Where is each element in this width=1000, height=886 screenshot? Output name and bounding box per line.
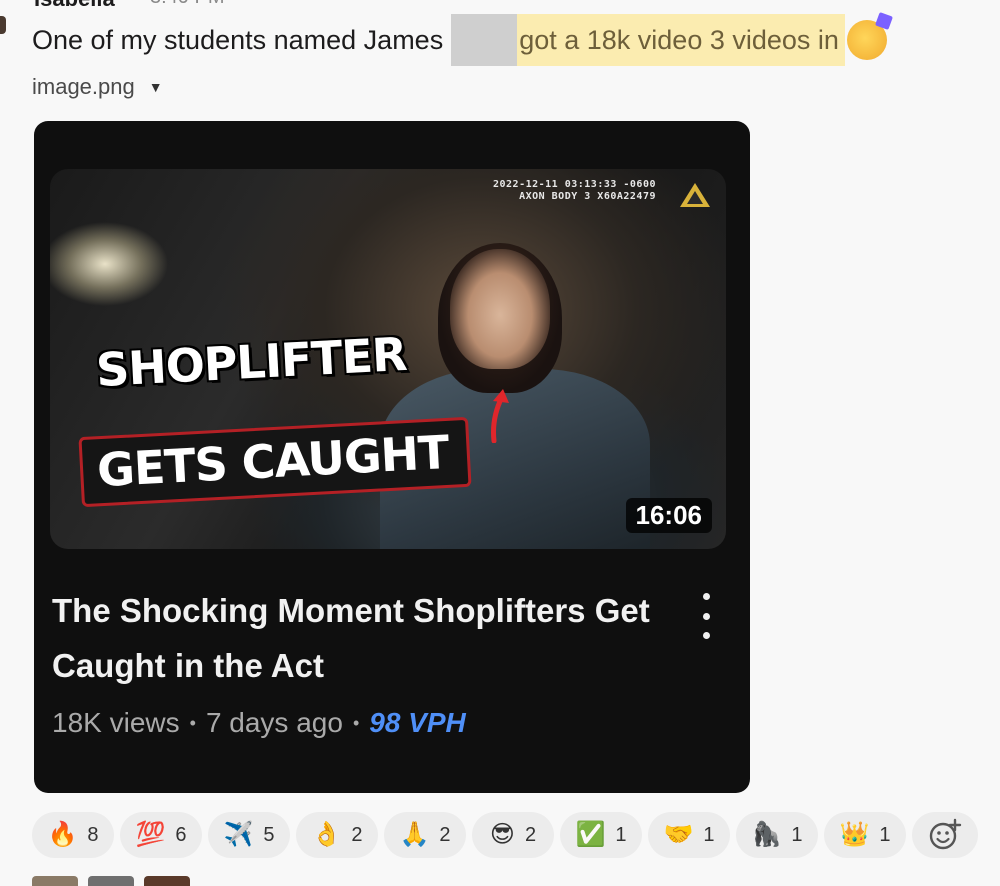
vph-stat: 98 VPH [369, 707, 466, 738]
reaction-count: 1 [703, 823, 715, 846]
thumbnail-person-face [450, 249, 550, 369]
highlighted-text: got a 18k video 3 videos in [517, 14, 845, 66]
more-options-icon[interactable] [694, 593, 718, 639]
message-text: One of my students named James got a 18k… [32, 14, 887, 66]
video-meta: 18K views • 7 days ago • 98 VPH [52, 707, 466, 739]
ok-hand-icon: 👌 [311, 821, 342, 848]
reaction-handshake[interactable]: 🤝 1 [648, 812, 730, 858]
fire-icon: 🔥 [47, 821, 78, 848]
reaction-fire[interactable]: 🔥 8 [32, 812, 114, 858]
bodycam-line-2: AXON BODY 3 X60A22479 [519, 191, 656, 202]
airplane-icon: ✈️ [223, 821, 254, 848]
reaction-bar: 🔥 8 💯 6 ✈️ 5 👌 2 🙏 2 😎 2 ✅ 1 🤝 1 🦍 1 👑 1 [32, 812, 978, 858]
separator-dot: • [352, 712, 360, 733]
hundred-points-icon: 💯 [135, 821, 166, 848]
video-duration: 16:06 [625, 498, 712, 533]
reaction-hundred[interactable]: 💯 6 [120, 812, 202, 858]
reaction-count: 2 [351, 823, 363, 846]
reaction-ok-hand[interactable]: 👌 2 [296, 812, 378, 858]
red-arrow-icon [491, 389, 509, 443]
reaction-crown[interactable]: 👑 1 [824, 812, 906, 858]
avatar[interactable] [88, 876, 134, 886]
avatar[interactable] [144, 876, 190, 886]
thumbnail-title-line-1: SHOPLIFTER [94, 326, 408, 398]
reaction-count: 8 [87, 823, 99, 846]
handshake-icon: 🤝 [663, 821, 694, 848]
reaction-count: 1 [791, 823, 803, 846]
avatar[interactable] [0, 16, 6, 34]
reaction-count: 1 [615, 823, 627, 846]
reaction-count: 2 [439, 823, 451, 846]
gorilla-icon: 🦍 [751, 821, 782, 848]
attachment-header[interactable]: image.png ▼ [32, 74, 163, 100]
attachment-filename[interactable]: image.png [32, 74, 135, 100]
partying-face-icon [846, 20, 887, 60]
reaction-count: 1 [879, 823, 891, 846]
message-text-before: One of my students named James [32, 24, 444, 55]
author-name[interactable]: Isabella [34, 0, 115, 12]
message-timestamp[interactable]: 3:40 PM [150, 0, 224, 9]
video-title[interactable]: The Shocking Moment Shoplifters Get Caug… [52, 583, 672, 693]
reaction-airplane[interactable]: ✈️ 5 [208, 812, 290, 858]
reaction-count: 6 [175, 823, 187, 846]
axon-logo-icon [680, 183, 710, 207]
separator-dot: • [189, 712, 196, 733]
check-mark-icon: ✅ [575, 821, 606, 848]
reaction-gorilla[interactable]: 🦍 1 [736, 812, 818, 858]
add-reaction-button[interactable] [912, 812, 978, 858]
image-attachment[interactable]: 2022-12-11 03:13:33 -0600 AXON BODY 3 X6… [34, 121, 750, 793]
bodycam-timestamp: 2022-12-11 03:13:33 -0600 AXON BODY 3 X6… [493, 179, 656, 203]
crown-icon: 👑 [839, 821, 870, 848]
add-reaction-icon [929, 818, 962, 850]
video-thumbnail[interactable]: 2022-12-11 03:13:33 -0600 AXON BODY 3 X6… [50, 169, 726, 549]
bodycam-line-1: 2022-12-11 03:13:33 -0600 [492, 179, 656, 190]
reaction-count: 2 [524, 823, 537, 846]
redacted-block [451, 14, 518, 66]
next-message-avatars [32, 876, 190, 886]
view-count: 18K views [52, 707, 180, 738]
avatar[interactable] [32, 876, 78, 886]
reaction-folded-hands[interactable]: 🙏 2 [384, 812, 466, 858]
reaction-count: 5 [263, 823, 275, 846]
upload-age: 7 days ago [205, 707, 343, 738]
reaction-doge[interactable]: 😎 2 [472, 812, 554, 858]
doge-sunglasses-icon: 😎 [489, 821, 515, 848]
chevron-down-icon[interactable]: ▼ [149, 79, 163, 95]
reaction-check[interactable]: ✅ 1 [560, 812, 642, 858]
folded-hands-icon: 🙏 [399, 821, 430, 848]
